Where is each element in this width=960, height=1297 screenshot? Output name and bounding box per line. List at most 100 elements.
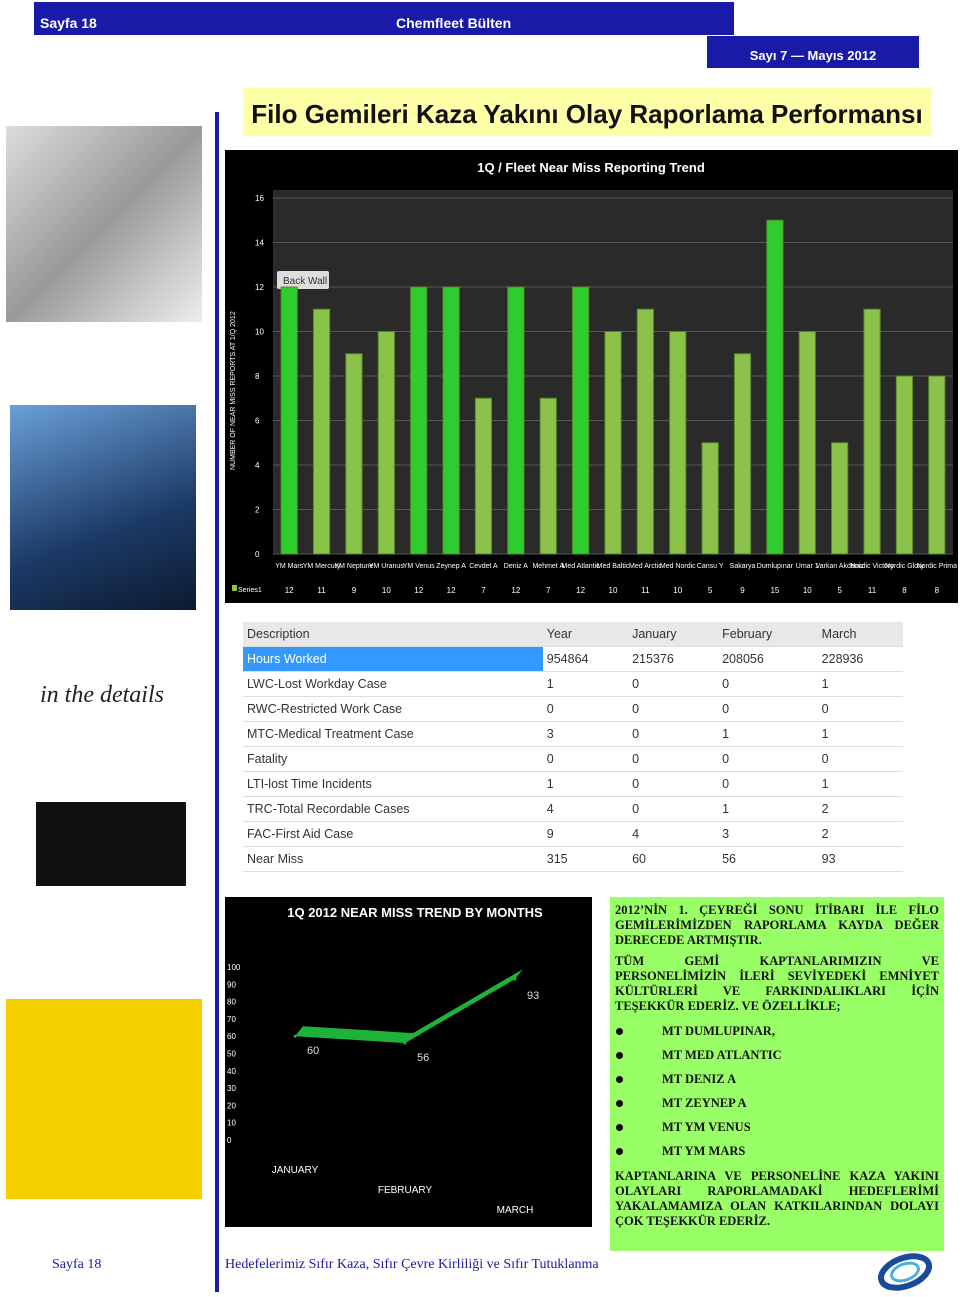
data-label: 7 bbox=[546, 586, 551, 595]
data-label: 12 bbox=[285, 586, 294, 595]
table-cell: 0 bbox=[542, 746, 629, 772]
x-tick-label: FEBRUARY bbox=[378, 1185, 433, 1196]
notice-p3: KAPTANLARINA VE PERSONELİNE KAZA YAKINI … bbox=[615, 1169, 939, 1228]
page-title: Filo Gemileri Kaza Yakını Olay Raporlama… bbox=[243, 88, 931, 136]
table-cell: 3 bbox=[542, 721, 629, 747]
x-tick-label: Sakarya bbox=[730, 563, 756, 570]
y-tick-label: 50 bbox=[227, 1050, 236, 1059]
header-bar: Sayfa 18 Chemfleet Bülten bbox=[34, 2, 734, 35]
bar bbox=[345, 353, 363, 555]
notice-box: 2012’NİN 1. ÇEYREĞİ SONU İTİBARI İLE FİL… bbox=[610, 897, 944, 1251]
captain-photo bbox=[10, 405, 196, 610]
ship-item: MT ZEYNEP A bbox=[616, 1096, 944, 1111]
ship-list: MT DUMLUPINAR, MT MED ATLANTIC MT DENIZ A M… bbox=[610, 1024, 944, 1159]
table-cell: 1 bbox=[817, 771, 903, 797]
table-cell: 0 bbox=[718, 771, 818, 797]
x-tick-label: Med Atlantic bbox=[562, 563, 601, 570]
x-tick-label: Cansu Y bbox=[697, 563, 724, 570]
data-point bbox=[403, 1041, 407, 1045]
y-tick-label: 90 bbox=[227, 980, 236, 989]
y-tick-label: 10 bbox=[255, 328, 264, 337]
bar bbox=[539, 397, 557, 555]
bar bbox=[474, 397, 493, 555]
table-row: LTI-lost Time Incidents 1 0 0 1 bbox=[243, 771, 903, 797]
x-tick-label: Zeynep A bbox=[436, 563, 466, 570]
data-label: 15 bbox=[770, 586, 779, 595]
table-cell: 4 bbox=[628, 821, 719, 847]
data-label: 10 bbox=[382, 586, 391, 595]
x-tick-label: Med Arctic bbox=[629, 563, 662, 570]
ship-item: MT DENIZ A bbox=[616, 1072, 944, 1087]
warning-sign-image bbox=[6, 999, 202, 1199]
meeting-photo bbox=[6, 126, 202, 322]
table-cell: 2 bbox=[817, 796, 903, 822]
y-tick-label: 14 bbox=[255, 239, 264, 248]
x-tick-label: YM Venus bbox=[403, 563, 435, 570]
x-tick-label: JANUARY bbox=[272, 1165, 319, 1176]
bar bbox=[798, 331, 816, 555]
table-cell: 1 bbox=[542, 671, 629, 697]
data-label: 11 bbox=[868, 586, 877, 595]
table-cell: 315 bbox=[542, 846, 629, 872]
table-row: LWC-Lost Workday Case 1 0 0 1 bbox=[243, 671, 903, 697]
table-cell: 0 bbox=[718, 746, 818, 772]
ship-item: MT YM VENUS bbox=[616, 1120, 944, 1135]
chart-title: 1Q / Fleet Near Miss Reporting Trend bbox=[477, 160, 705, 175]
table-cell: 1 bbox=[542, 771, 629, 797]
page: Sayfa 18 Chemfleet Bülten Sayı 7 — Mayıs… bbox=[0, 0, 960, 1297]
data-label: 93 bbox=[527, 990, 539, 1002]
footer-page: Sayfa 18 bbox=[52, 1257, 102, 1272]
bar bbox=[863, 308, 881, 555]
table-row: Near Miss 315 60 56 93 bbox=[243, 846, 903, 872]
data-point bbox=[293, 1034, 297, 1038]
y-tick-label: 100 bbox=[227, 963, 241, 972]
data-label: 60 bbox=[307, 1045, 319, 1057]
table-cell: 0 bbox=[817, 746, 903, 772]
y-tick-label: 6 bbox=[255, 417, 260, 426]
bar bbox=[895, 375, 914, 555]
table-cell: 0 bbox=[628, 696, 719, 722]
data-label: 7 bbox=[481, 586, 486, 595]
data-label: 12 bbox=[447, 586, 456, 595]
table-cell: RWC-Restricted Work Case bbox=[243, 696, 543, 722]
table-cell: 56 bbox=[718, 846, 818, 872]
table-cell: 1 bbox=[817, 671, 903, 697]
table-cell: 0 bbox=[628, 771, 719, 797]
divider bbox=[215, 112, 219, 1292]
bar bbox=[280, 286, 298, 555]
column-header: January bbox=[628, 622, 719, 647]
data-label: 12 bbox=[511, 586, 520, 595]
footer-slogan: Hedefelerimiz Sıfır Kaza, Sıfır Çevre Ki… bbox=[225, 1257, 599, 1272]
x-tick-label: YM Uranus bbox=[369, 563, 405, 570]
ship-item: MT DUMLUPINAR, bbox=[616, 1024, 944, 1039]
data-label: 11 bbox=[317, 586, 326, 595]
y-tick-label: 4 bbox=[255, 461, 260, 470]
x-tick-label: Deniz A bbox=[504, 563, 528, 570]
y-tick-label: 70 bbox=[227, 1015, 236, 1024]
data-label: 11 bbox=[641, 586, 650, 595]
table-cell: Near Miss bbox=[243, 846, 543, 872]
legend-swatch bbox=[232, 585, 237, 591]
table-cell: 93 bbox=[817, 846, 903, 872]
details-caption: in the details bbox=[40, 682, 164, 708]
chart-title: 1Q 2012 NEAR MISS TREND BY MONTHS bbox=[287, 905, 543, 920]
details-illustration: in the details bbox=[6, 680, 202, 886]
table-row: FAC-First Aid Case 9 4 3 2 bbox=[243, 821, 903, 847]
column-header: February bbox=[718, 622, 818, 647]
data-label: 5 bbox=[708, 586, 713, 595]
table-row: MTC-Medical Treatment Case 3 0 1 1 bbox=[243, 721, 903, 747]
table-cell: 208056 bbox=[718, 646, 818, 672]
table-row: Fatality 0 0 0 0 bbox=[243, 746, 903, 772]
x-tick-label: YM Neptune bbox=[334, 563, 373, 570]
y-tick-label: 8 bbox=[255, 372, 260, 381]
bar bbox=[377, 331, 395, 555]
table-cell: 0 bbox=[628, 796, 719, 822]
y-tick-label: 16 bbox=[255, 194, 264, 203]
data-label: 8 bbox=[902, 586, 907, 595]
column-header: Description bbox=[243, 622, 543, 647]
table-cell: 0 bbox=[628, 746, 719, 772]
ship-item: MT YM MARS bbox=[616, 1144, 944, 1159]
y-axis-label: NUMBER OF NEAR MISS REPORTS AT 1/Q 2012 bbox=[230, 311, 237, 470]
table-cell: FAC-First Aid Case bbox=[243, 821, 543, 847]
notice-p1: 2012’NİN 1. ÇEYREĞİ SONU İTİBARI İLE FİL… bbox=[615, 903, 939, 947]
